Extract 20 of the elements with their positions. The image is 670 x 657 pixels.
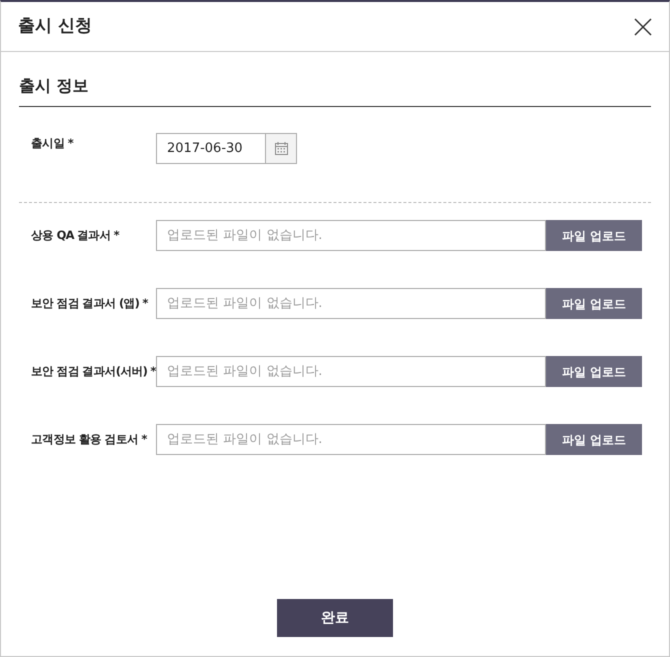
field-label: 보안 점검 결과서(서버) * [31,362,156,380]
field-label: 출시일 * [31,135,74,152]
file-name-field[interactable]: 업로드된 파일이 없습니다. [156,356,546,387]
field-label: 보안 점검 결과서 (앱) * [31,294,149,312]
dialog-title: 출시 신청 [18,14,92,38]
field-label: 상용 QA 결과서 * [31,226,120,244]
date-field[interactable]: 2017-06-30 [156,133,266,164]
upload-button[interactable]: 파일 업로드 [546,288,642,319]
field-label: 고객정보 활용 검토서 * [31,430,148,448]
upload-button[interactable]: 파일 업로드 [546,220,642,251]
upload-button[interactable]: 파일 업로드 [546,424,642,455]
calendar-button[interactable] [266,133,297,164]
file-name-field[interactable]: 업로드된 파일이 없습니다. [156,424,546,455]
file-name-field[interactable]: 업로드된 파일이 없습니다. [156,220,546,251]
done-button[interactable]: 완료 [277,599,393,637]
file-name-field[interactable]: 업로드된 파일이 없습니다. [156,288,546,319]
close-button[interactable] [633,16,653,36]
section-title: 출시 정보 [19,74,651,107]
calendar-icon [274,142,288,155]
upload-button[interactable]: 파일 업로드 [546,356,642,387]
